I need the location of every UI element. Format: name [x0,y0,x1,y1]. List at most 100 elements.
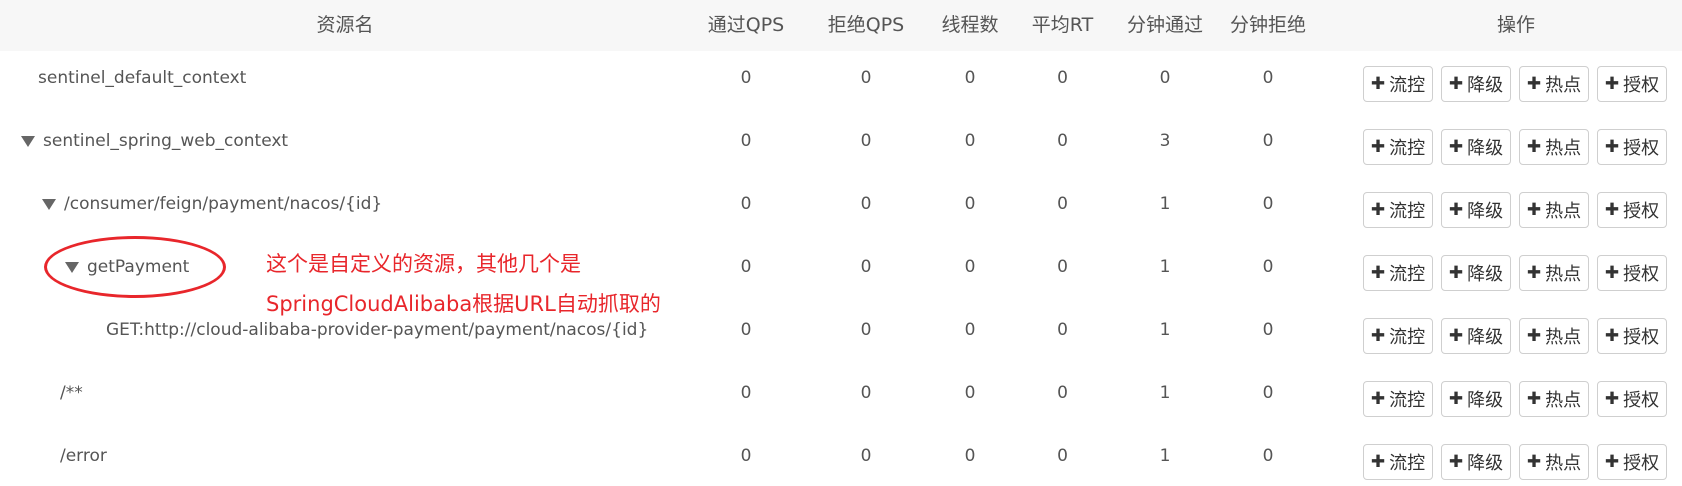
authority-button[interactable]: ✚ 授权 [1597,318,1667,354]
button-label: 流控 [1389,138,1426,159]
button-label: 热点 [1545,264,1582,285]
plus-icon: ✚ [1604,137,1620,157]
resource-name-text: sentinel_spring_web_context [43,131,289,151]
plus-icon: ✚ [1370,74,1386,94]
authority-button[interactable]: ✚ 授权 [1597,444,1667,480]
button-label: 授权 [1623,264,1660,285]
plus-icon: ✚ [1370,200,1386,220]
degrade-button[interactable]: ✚ 降级 [1441,381,1511,417]
plus-icon: ✚ [1526,263,1542,283]
plus-icon: ✚ [1526,74,1542,94]
cell-avg-rt: 0 [1057,68,1068,88]
authority-button[interactable]: ✚ 授权 [1597,381,1667,417]
button-label: 热点 [1545,201,1582,222]
resource-name-text: GET:http://cloud-alibaba-provider-paymen… [106,320,649,340]
hotspot-button[interactable]: ✚ 热点 [1519,381,1589,417]
sentinel-resource-table: 资源名 通过QPS 拒绝QPS 线程数 平均RT 分钟通过 分钟拒绝 操作 se… [0,0,1682,486]
hotspot-button[interactable]: ✚ 热点 [1519,444,1589,480]
plus-icon: ✚ [1448,389,1464,409]
resource-name-text: /** [60,383,83,403]
degrade-button[interactable]: ✚ 降级 [1441,192,1511,228]
flow-control-button[interactable]: ✚ 流控 [1363,255,1433,291]
button-label: 降级 [1467,264,1504,285]
header-pass-qps: 通过QPS [707,14,785,36]
hotspot-button[interactable]: ✚ 热点 [1519,255,1589,291]
cell-threads: 0 [964,257,976,277]
flow-control-button[interactable]: ✚ 流控 [1363,381,1433,417]
degrade-button[interactable]: ✚ 降级 [1441,444,1511,480]
table-header: 资源名 通过QPS 拒绝QPS 线程数 平均RT 分钟通过 分钟拒绝 操作 [0,0,1682,53]
plus-icon: ✚ [1370,326,1386,346]
button-label: 流控 [1389,327,1426,348]
button-label: 降级 [1467,201,1504,222]
plus-icon: ✚ [1448,200,1464,220]
table-row: /** 0 0 0 0 1 0 ✚ 流控 ✚ 降级 ✚ 热点 ✚ 授权 [0,366,1682,430]
hotspot-button[interactable]: ✚ 热点 [1519,129,1589,165]
button-label: 授权 [1623,390,1660,411]
cell-threads: 0 [964,383,976,403]
resource-name: sentinel_default_context [38,51,246,105]
highlight-oval [44,236,226,298]
header-minute-block: 分钟拒绝 [1229,14,1306,36]
plus-icon: ✚ [1604,74,1620,94]
cell-minute-block: 0 [1262,383,1274,403]
authority-button[interactable]: ✚ 授权 [1597,255,1667,291]
degrade-button[interactable]: ✚ 降级 [1441,129,1511,165]
button-label: 降级 [1467,75,1504,96]
degrade-button[interactable]: ✚ 降级 [1441,66,1511,102]
table-row: GET:http://cloud-alibaba-provider-paymen… [0,303,1682,367]
header-block-qps: 拒绝QPS [827,14,905,36]
cell-pass-qps: 0 [740,383,752,403]
button-label: 授权 [1623,138,1660,159]
cell-pass-qps: 0 [740,194,752,214]
flow-control-button[interactable]: ✚ 流控 [1363,192,1433,228]
plus-icon: ✚ [1604,200,1620,220]
authority-button[interactable]: ✚ 授权 [1597,129,1667,165]
plus-icon: ✚ [1526,200,1542,220]
table-row: /consumer/feign/payment/nacos/{id} 0 0 0 0 1 0… [0,177,1682,241]
resource-name-text: sentinel_default_context [38,68,247,88]
plus-icon: ✚ [1526,452,1542,472]
cell-pass-qps: 0 [740,257,752,277]
button-label: 热点 [1545,453,1582,474]
button-label: 流控 [1389,453,1426,474]
cell-avg-rt: 0 [1057,131,1068,151]
hotspot-button[interactable]: ✚ 热点 [1519,318,1589,354]
header-resource: 资源名 [316,14,374,36]
plus-icon: ✚ [1604,326,1620,346]
cell-threads: 0 [964,131,976,151]
button-label: 授权 [1623,327,1660,348]
authority-button[interactable]: ✚ 授权 [1597,192,1667,228]
cell-block-qps: 0 [860,257,872,277]
hotspot-button[interactable]: ✚ 热点 [1519,66,1589,102]
caret-down-icon[interactable] [42,199,56,210]
cell-minute-block: 0 [1262,131,1274,151]
plus-icon: ✚ [1604,389,1620,409]
cell-minute-block: 0 [1262,320,1274,340]
caret-down-icon[interactable] [21,136,35,147]
button-label: 热点 [1545,327,1582,348]
button-label: 流控 [1389,201,1426,222]
flow-control-button[interactable]: ✚ 流控 [1363,66,1433,102]
authority-button[interactable]: ✚ 授权 [1597,66,1667,102]
plus-icon: ✚ [1448,452,1464,472]
resource-name: sentinel_spring_web_context [21,114,288,168]
cell-minute-pass: 3 [1159,131,1171,151]
cell-block-qps: 0 [860,68,872,88]
cell-minute-pass: 1 [1159,383,1171,403]
hotspot-button[interactable]: ✚ 热点 [1519,192,1589,228]
plus-icon: ✚ [1526,137,1542,157]
plus-icon: ✚ [1448,326,1464,346]
flow-control-button[interactable]: ✚ 流控 [1363,129,1433,165]
plus-icon: ✚ [1448,263,1464,283]
flow-control-button[interactable]: ✚ 流控 [1363,444,1433,480]
cell-pass-qps: 0 [740,446,752,466]
header-minute-pass: 分钟通过 [1126,14,1203,36]
table-row: sentinel_default_context 0 0 0 0 0 0 ✚ 流控 ✚ 降级 ✚ 热点 ✚… [0,51,1682,115]
degrade-button[interactable]: ✚ 降级 [1441,255,1511,291]
degrade-button[interactable]: ✚ 降级 [1441,318,1511,354]
plus-icon: ✚ [1370,263,1386,283]
flow-control-button[interactable]: ✚ 流控 [1363,318,1433,354]
resource-name-text: /error [60,446,107,466]
cell-block-qps: 0 [860,320,872,340]
